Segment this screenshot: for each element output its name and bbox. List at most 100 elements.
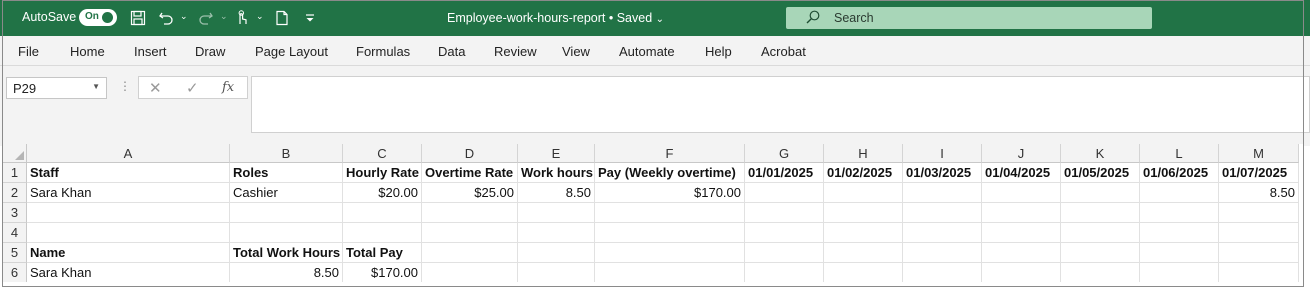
cell-h6[interactable] [824, 263, 903, 282]
row-header-1[interactable]: 1 [3, 163, 27, 183]
cell-l2[interactable] [1140, 183, 1219, 203]
cell-d6[interactable] [422, 263, 518, 282]
cell-i5[interactable] [903, 243, 982, 263]
cell-h1[interactable]: 01/02/2025 [824, 163, 903, 183]
cell-f2[interactable]: $170.00 [595, 183, 745, 203]
cell-e5[interactable] [518, 243, 595, 263]
undo-dropdown-icon[interactable]: ⌄ [180, 11, 188, 22]
cell-a6[interactable]: Sara Khan [27, 263, 230, 282]
cell-m3[interactable] [1219, 203, 1299, 223]
cell-i4[interactable] [903, 223, 982, 243]
column-header-f[interactable]: F [595, 144, 745, 163]
tab-file[interactable]: File [18, 44, 39, 59]
cell-f1[interactable]: Pay (Weekly overtime) [595, 163, 745, 183]
tab-home[interactable]: Home [70, 44, 105, 59]
cell-l1[interactable]: 01/06/2025 [1140, 163, 1219, 183]
column-header-a[interactable]: A [27, 144, 230, 163]
cell-b1[interactable]: Roles [230, 163, 343, 183]
cell-g4[interactable] [745, 223, 824, 243]
cell-h3[interactable] [824, 203, 903, 223]
cell-d4[interactable] [422, 223, 518, 243]
cell-h2[interactable] [824, 183, 903, 203]
cell-m6[interactable] [1219, 263, 1299, 282]
tab-acrobat[interactable]: Acrobat [761, 44, 806, 59]
cell-a4[interactable] [27, 223, 230, 243]
row-header-5[interactable]: 5 [3, 243, 27, 263]
column-header-e[interactable]: E [518, 144, 595, 163]
search-box[interactable]: Search [786, 7, 1152, 29]
cell-j1[interactable]: 01/04/2025 [982, 163, 1061, 183]
tab-formulas[interactable]: Formulas [356, 44, 410, 59]
cell-h5[interactable] [824, 243, 903, 263]
column-header-h[interactable]: H [824, 144, 903, 163]
cell-j6[interactable] [982, 263, 1061, 282]
undo-icon[interactable] [156, 8, 176, 28]
cell-c4[interactable] [343, 223, 422, 243]
cell-e3[interactable] [518, 203, 595, 223]
document-title[interactable]: Employee-work-hours-report • Saved ⌄ [447, 11, 664, 25]
new-file-icon[interactable] [272, 8, 292, 28]
column-header-m[interactable]: M [1219, 144, 1299, 163]
formula-input[interactable] [251, 76, 1310, 133]
cell-a2[interactable]: Sara Khan [27, 183, 230, 203]
cell-k6[interactable] [1061, 263, 1140, 282]
cell-g2[interactable] [745, 183, 824, 203]
cell-g1[interactable]: 01/01/2025 [745, 163, 824, 183]
cell-e2[interactable]: 8.50 [518, 183, 595, 203]
cell-e6[interactable] [518, 263, 595, 282]
cell-j3[interactable] [982, 203, 1061, 223]
cell-a5[interactable]: Name [27, 243, 230, 263]
cell-g5[interactable] [745, 243, 824, 263]
cell-c3[interactable] [343, 203, 422, 223]
cell-i6[interactable] [903, 263, 982, 282]
column-header-i[interactable]: I [903, 144, 982, 163]
cell-d2[interactable]: $25.00 [422, 183, 518, 203]
column-header-c[interactable]: C [343, 144, 422, 163]
cell-i2[interactable] [903, 183, 982, 203]
cell-m2[interactable]: 8.50 [1219, 183, 1299, 203]
insert-function-icon[interactable]: fx [222, 80, 234, 95]
cell-g6[interactable] [745, 263, 824, 282]
cell-e4[interactable] [518, 223, 595, 243]
cell-d3[interactable] [422, 203, 518, 223]
cell-c2[interactable]: $20.00 [343, 183, 422, 203]
row-header-3[interactable]: 3 [3, 203, 27, 223]
cell-l3[interactable] [1140, 203, 1219, 223]
cell-c6[interactable]: $170.00 [343, 263, 422, 282]
cell-j5[interactable] [982, 243, 1061, 263]
cell-l5[interactable] [1140, 243, 1219, 263]
cell-j2[interactable] [982, 183, 1061, 203]
cell-a1[interactable]: Staff [27, 163, 230, 183]
enter-icon[interactable]: ✓ [186, 79, 199, 97]
autosave-toggle[interactable]: On [79, 9, 117, 26]
column-header-b[interactable]: B [230, 144, 343, 163]
cell-b3[interactable] [230, 203, 343, 223]
column-header-j[interactable]: J [982, 144, 1061, 163]
tab-review[interactable]: Review [494, 44, 537, 59]
tab-insert[interactable]: Insert [134, 44, 167, 59]
cell-i3[interactable] [903, 203, 982, 223]
tab-data[interactable]: Data [438, 44, 465, 59]
cell-f5[interactable] [595, 243, 745, 263]
row-header-2[interactable]: 2 [3, 183, 27, 203]
redo-icon[interactable] [196, 8, 216, 28]
cell-m5[interactable] [1219, 243, 1299, 263]
tab-help[interactable]: Help [705, 44, 732, 59]
formula-bar-grip-icon[interactable]: ⋮ [119, 79, 131, 93]
cell-k3[interactable] [1061, 203, 1140, 223]
cell-e1[interactable]: Work hours [518, 163, 595, 183]
cell-g3[interactable] [745, 203, 824, 223]
customize-qat-icon[interactable] [300, 8, 320, 28]
cell-h4[interactable] [824, 223, 903, 243]
cell-f6[interactable] [595, 263, 745, 282]
cell-b6[interactable]: 8.50 [230, 263, 343, 282]
column-header-d[interactable]: D [422, 144, 518, 163]
row-header-6[interactable]: 6 [3, 263, 27, 282]
cell-b5[interactable]: Total Work Hours [230, 243, 343, 263]
cell-f3[interactable] [595, 203, 745, 223]
cell-l6[interactable] [1140, 263, 1219, 282]
cell-c5[interactable]: Total Pay [343, 243, 422, 263]
row-header-4[interactable]: 4 [3, 223, 27, 243]
tab-draw[interactable]: Draw [195, 44, 225, 59]
cell-b4[interactable] [230, 223, 343, 243]
